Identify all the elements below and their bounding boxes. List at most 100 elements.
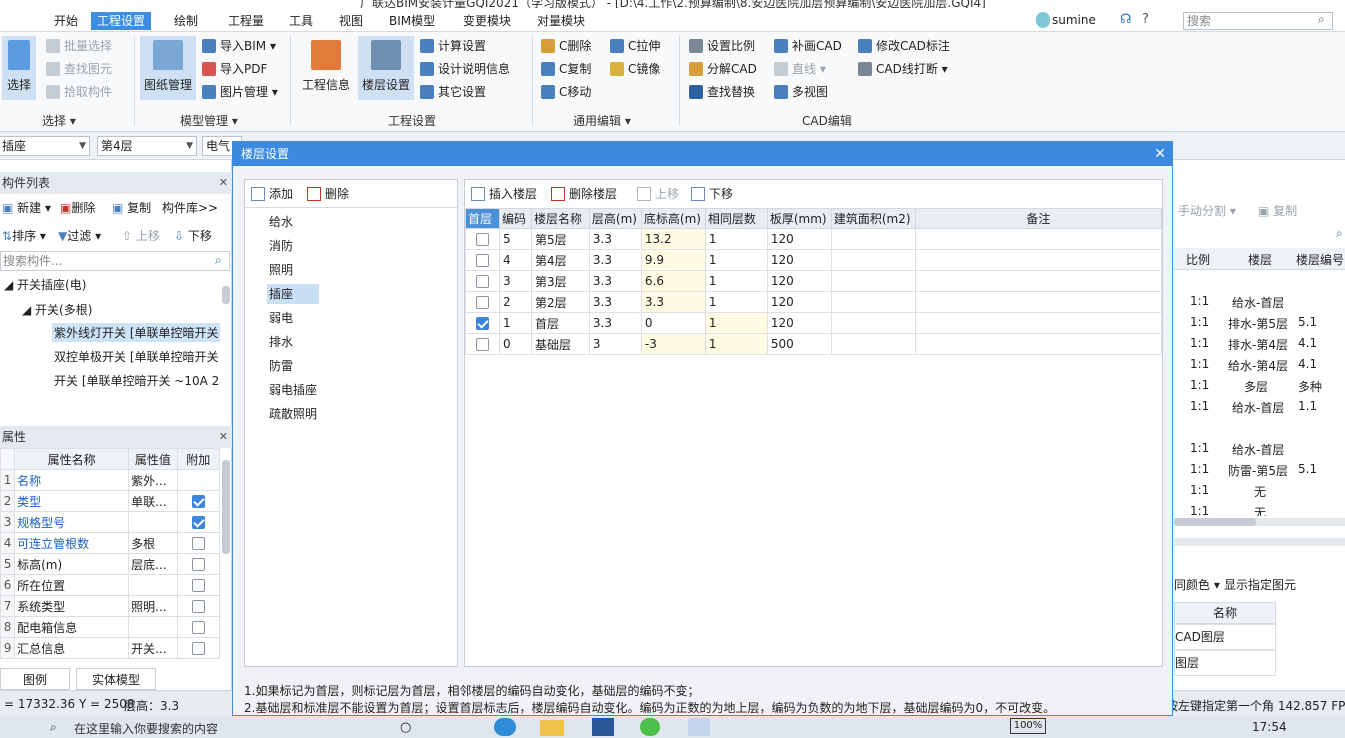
tab-start[interactable]: 开始 [48, 12, 84, 30]
move-down-button[interactable]: ⇩ 下移 [174, 226, 212, 246]
select-button[interactable]: 选择 [2, 36, 36, 100]
tab-quantity[interactable]: 工程量 [222, 12, 270, 30]
scrollbar[interactable] [222, 286, 230, 304]
table-row[interactable]: 1 名称 紫外... [0, 469, 221, 491]
tree-node[interactable]: ◢ 开关(多根) [22, 301, 92, 318]
cad-line-break-button[interactable]: CAD线打断 ▾ [858, 59, 948, 79]
edit-cad-label-button[interactable]: 修改CAD标注 [858, 36, 950, 56]
insert-floor-button[interactable]: 插入楼层 [471, 183, 537, 205]
profession-item[interactable]: 插座 [267, 284, 319, 304]
first-floor-checkbox[interactable] [475, 296, 489, 309]
help-icon[interactable]: ? [1142, 12, 1149, 27]
floor-combo[interactable]: 第4层 ▼ [97, 136, 197, 156]
other-settings-button[interactable]: 其它设置 [420, 82, 486, 102]
copy-button[interactable]: ▣ 复制 [112, 198, 151, 218]
project-info-button[interactable]: 工程信息 [298, 36, 354, 100]
add-button[interactable]: 添加 [251, 183, 293, 205]
attach-checkbox[interactable] [191, 495, 205, 508]
tab-draw[interactable]: 绘制 [168, 12, 204, 30]
table-row[interactable]: 6 所在位置 [0, 574, 221, 596]
first-floor-checkbox[interactable] [475, 317, 489, 330]
tree-node[interactable]: ◢ 开关插座(电) [4, 276, 86, 293]
folder-icon[interactable] [540, 720, 564, 736]
drawing-management-button[interactable]: 图纸管理 [140, 36, 196, 100]
table-row[interactable]: 5 标高(m) 层底... [0, 553, 221, 575]
scrollbar[interactable] [222, 460, 230, 554]
line-button[interactable]: 直线 ▾ [774, 59, 826, 79]
search-input[interactable]: 搜索 [1183, 12, 1333, 30]
table-row[interactable]: 4 可连立管根数 多根 [0, 532, 221, 554]
taskbar-search[interactable]: 在这里输入你要搜索的内容 [74, 720, 218, 734]
table-row[interactable]: 3 第3层 3.3 6.6 1 120 [465, 270, 1163, 292]
first-floor-checkbox[interactable] [475, 275, 489, 288]
manual-split-button[interactable]: 手动分割 ▾ [1178, 202, 1236, 219]
attach-checkbox[interactable] [191, 600, 205, 613]
task-view-icon[interactable]: ○ [400, 720, 411, 735]
move-up-button[interactable]: 上移 [637, 183, 679, 205]
floor-settings-button[interactable]: 楼层设置 [358, 36, 414, 100]
filter-button[interactable]: ▼过滤 ▾ [58, 226, 101, 246]
tab-solid-model[interactable]: 实体模型 [76, 668, 156, 690]
import-bim-button[interactable]: 导入BIM ▾ [202, 36, 276, 56]
profession-item[interactable]: 弱电 [267, 308, 295, 328]
layer-row[interactable]: 图层 [1174, 650, 1276, 676]
component-search-input[interactable]: 搜索构件... [0, 251, 230, 271]
delete-button[interactable]: 删除 [307, 183, 349, 205]
set-scale-button[interactable]: 设置比例 [689, 36, 755, 56]
table-row[interactable]: 8 配电箱信息 [0, 616, 221, 638]
table-row[interactable]: 5 第5层 3.3 13.2 1 120 [465, 228, 1163, 250]
c-move-button[interactable]: C移动 [541, 82, 591, 102]
c-copy-button[interactable]: C复制 [541, 59, 591, 79]
batch-select-button[interactable]: 批量选择 [46, 36, 112, 56]
delete-floor-button[interactable]: 删除楼层 [551, 183, 617, 205]
sort-button[interactable]: ⇅排序 ▾ [2, 226, 46, 246]
close-icon[interactable]: ✕ [219, 426, 228, 448]
first-floor-checkbox[interactable] [475, 254, 489, 267]
attach-checkbox[interactable] [191, 579, 205, 592]
c-mirror-button[interactable]: C镜像 [610, 59, 660, 79]
profession-item[interactable]: 给水 [267, 212, 295, 232]
tab-change-module[interactable]: 变更模块 [457, 12, 517, 30]
attach-checkbox[interactable] [191, 516, 205, 529]
c-stretch-button[interactable]: C拉伸 [610, 36, 660, 56]
multi-view-button[interactable]: 多视图 [774, 82, 828, 102]
show-element-button[interactable]: 显示指定图元 [1224, 576, 1296, 593]
tab-view[interactable]: 视图 [333, 12, 369, 30]
gqi-app-icon[interactable] [688, 718, 710, 736]
pick-component-button[interactable]: 拾取构件 [46, 82, 112, 102]
find-replace-button[interactable]: 查找替换 [689, 82, 755, 102]
username[interactable]: sumine [1052, 13, 1096, 27]
tree-leaf[interactable]: 开关 [单联单控暗开关 ~10A 25 [54, 372, 220, 389]
layer-row[interactable]: CAD图层 [1174, 624, 1276, 650]
table-row[interactable]: 9 汇总信息 开关... [0, 637, 221, 659]
tree-leaf[interactable]: 紫外线灯开关 [单联单控暗开关 [52, 323, 220, 342]
table-row[interactable]: 7 系统类型 照明... [0, 595, 221, 617]
search-icon[interactable]: ⌕ [215, 253, 222, 268]
profession-item[interactable]: 弱电插座 [267, 380, 319, 400]
find-element-button[interactable]: 查找图元 [46, 59, 112, 79]
edge-icon[interactable] [494, 718, 516, 736]
tab-project-settings[interactable]: 工程设置 [91, 12, 152, 30]
headset-icon[interactable]: ☊ [1120, 12, 1132, 27]
first-floor-checkbox[interactable] [475, 338, 489, 351]
move-up-button[interactable]: ⇧ 上移 [122, 226, 160, 246]
avatar[interactable] [1036, 12, 1050, 28]
word-icon[interactable] [592, 718, 614, 736]
move-down-button[interactable]: 下移 [691, 183, 733, 205]
delete-button[interactable]: ▣删除 [60, 198, 95, 218]
import-pdf-button[interactable]: 导入PDF [202, 59, 267, 79]
table-row[interactable]: 0 基础层 3 -3 1 500 [465, 333, 1163, 355]
image-management-button[interactable]: 图片管理 ▾ [202, 82, 278, 102]
table-row[interactable]: 2 第2层 3.3 3.3 1 120 [465, 291, 1163, 313]
design-info-button[interactable]: 设计说明信息 [420, 59, 510, 79]
close-icon[interactable]: ✕ [219, 172, 228, 194]
tab-check-module[interactable]: 对量模块 [531, 12, 591, 30]
table-row[interactable]: 4 第4层 3.3 9.9 1 120 [465, 249, 1163, 271]
tab-bim-model[interactable]: BIM模型 [383, 12, 441, 30]
draw-cad-button[interactable]: 补画CAD [774, 36, 842, 56]
profession-item[interactable]: 消防 [267, 236, 295, 256]
search-icon[interactable]: ⌕ [1318, 12, 1325, 27]
profession-item[interactable]: 排水 [267, 332, 295, 352]
copy-button[interactable]: ▣ 复制 [1258, 202, 1297, 219]
component-library-button[interactable]: 构件库>> [162, 198, 218, 218]
